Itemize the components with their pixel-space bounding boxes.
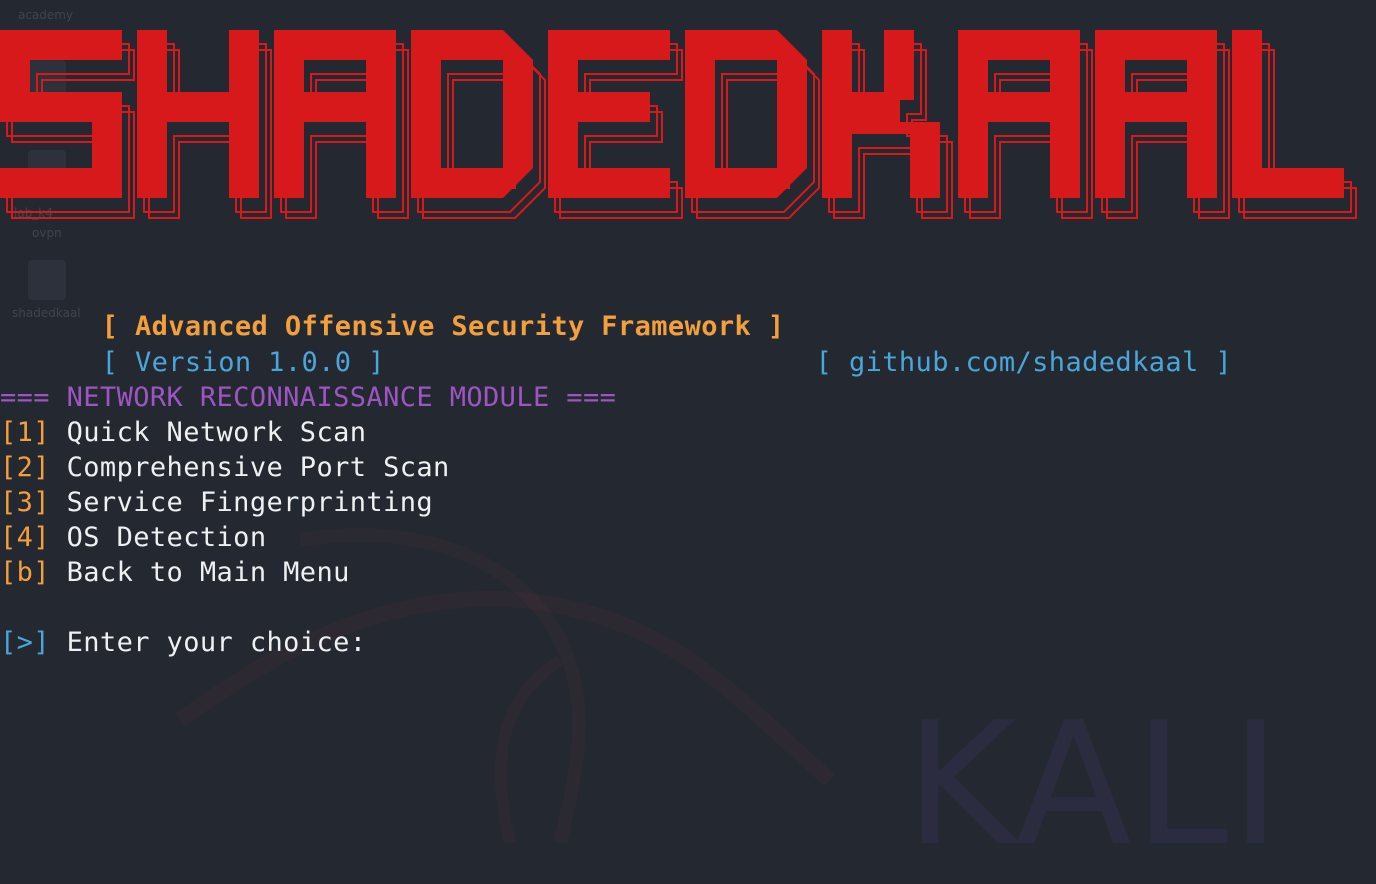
menu-key: [1] — [0, 417, 50, 448]
menu-item-comprehensive-port-scan[interactable]: [2] Comprehensive Port Scan — [0, 450, 450, 485]
menu-key: [2] — [0, 452, 50, 483]
module-title: === NETWORK RECONNAISSANCE MODULE === — [0, 380, 616, 415]
menu-label: OS Detection — [66, 522, 267, 553]
choice-input[interactable] — [383, 627, 588, 660]
version-text: Version 1.0.0 — [134, 347, 352, 378]
ascii-banner-logo — [0, 30, 1357, 219]
menu-key: [3] — [0, 487, 50, 518]
menu-label: Back to Main Menu — [66, 557, 350, 588]
module-title-prefix: === — [0, 382, 50, 413]
menu-key: [b] — [0, 557, 50, 588]
choice-prompt: [>] Enter your choice: — [0, 625, 588, 660]
module-title-suffix: === — [566, 382, 617, 413]
menu-item-os-detection[interactable]: [4] OS Detection — [0, 520, 267, 555]
module-title-text: NETWORK RECONNAISSANCE MODULE — [66, 382, 550, 413]
repo-line: [ github.com/shadedkaal ] — [749, 310, 1232, 415]
prompt-label: Enter your choice: — [66, 627, 367, 658]
version-close-bracket: ] — [368, 347, 385, 378]
prompt-marker: [>] — [0, 627, 50, 658]
repo-open-bracket: [ — [815, 347, 833, 378]
repo-link[interactable]: github.com/shadedkaal — [849, 347, 1199, 378]
menu-label: Comprehensive Port Scan — [66, 452, 450, 483]
repo-close-bracket: ] — [1215, 347, 1233, 378]
menu-item-quick-network-scan[interactable]: [1] Quick Network Scan — [0, 415, 366, 450]
terminal-window[interactable]: [ Advanced Offensive Security Framework … — [0, 0, 1376, 843]
menu-item-service-fingerprinting[interactable]: [3] Service Fingerprinting — [0, 485, 433, 520]
menu-item-back-to-main-menu[interactable]: [b] Back to Main Menu — [0, 555, 350, 590]
menu-label: Service Fingerprinting — [66, 487, 434, 518]
menu-key: [4] — [0, 522, 50, 553]
menu-label: Quick Network Scan — [66, 417, 367, 448]
version-open-bracket: [ — [101, 347, 119, 378]
